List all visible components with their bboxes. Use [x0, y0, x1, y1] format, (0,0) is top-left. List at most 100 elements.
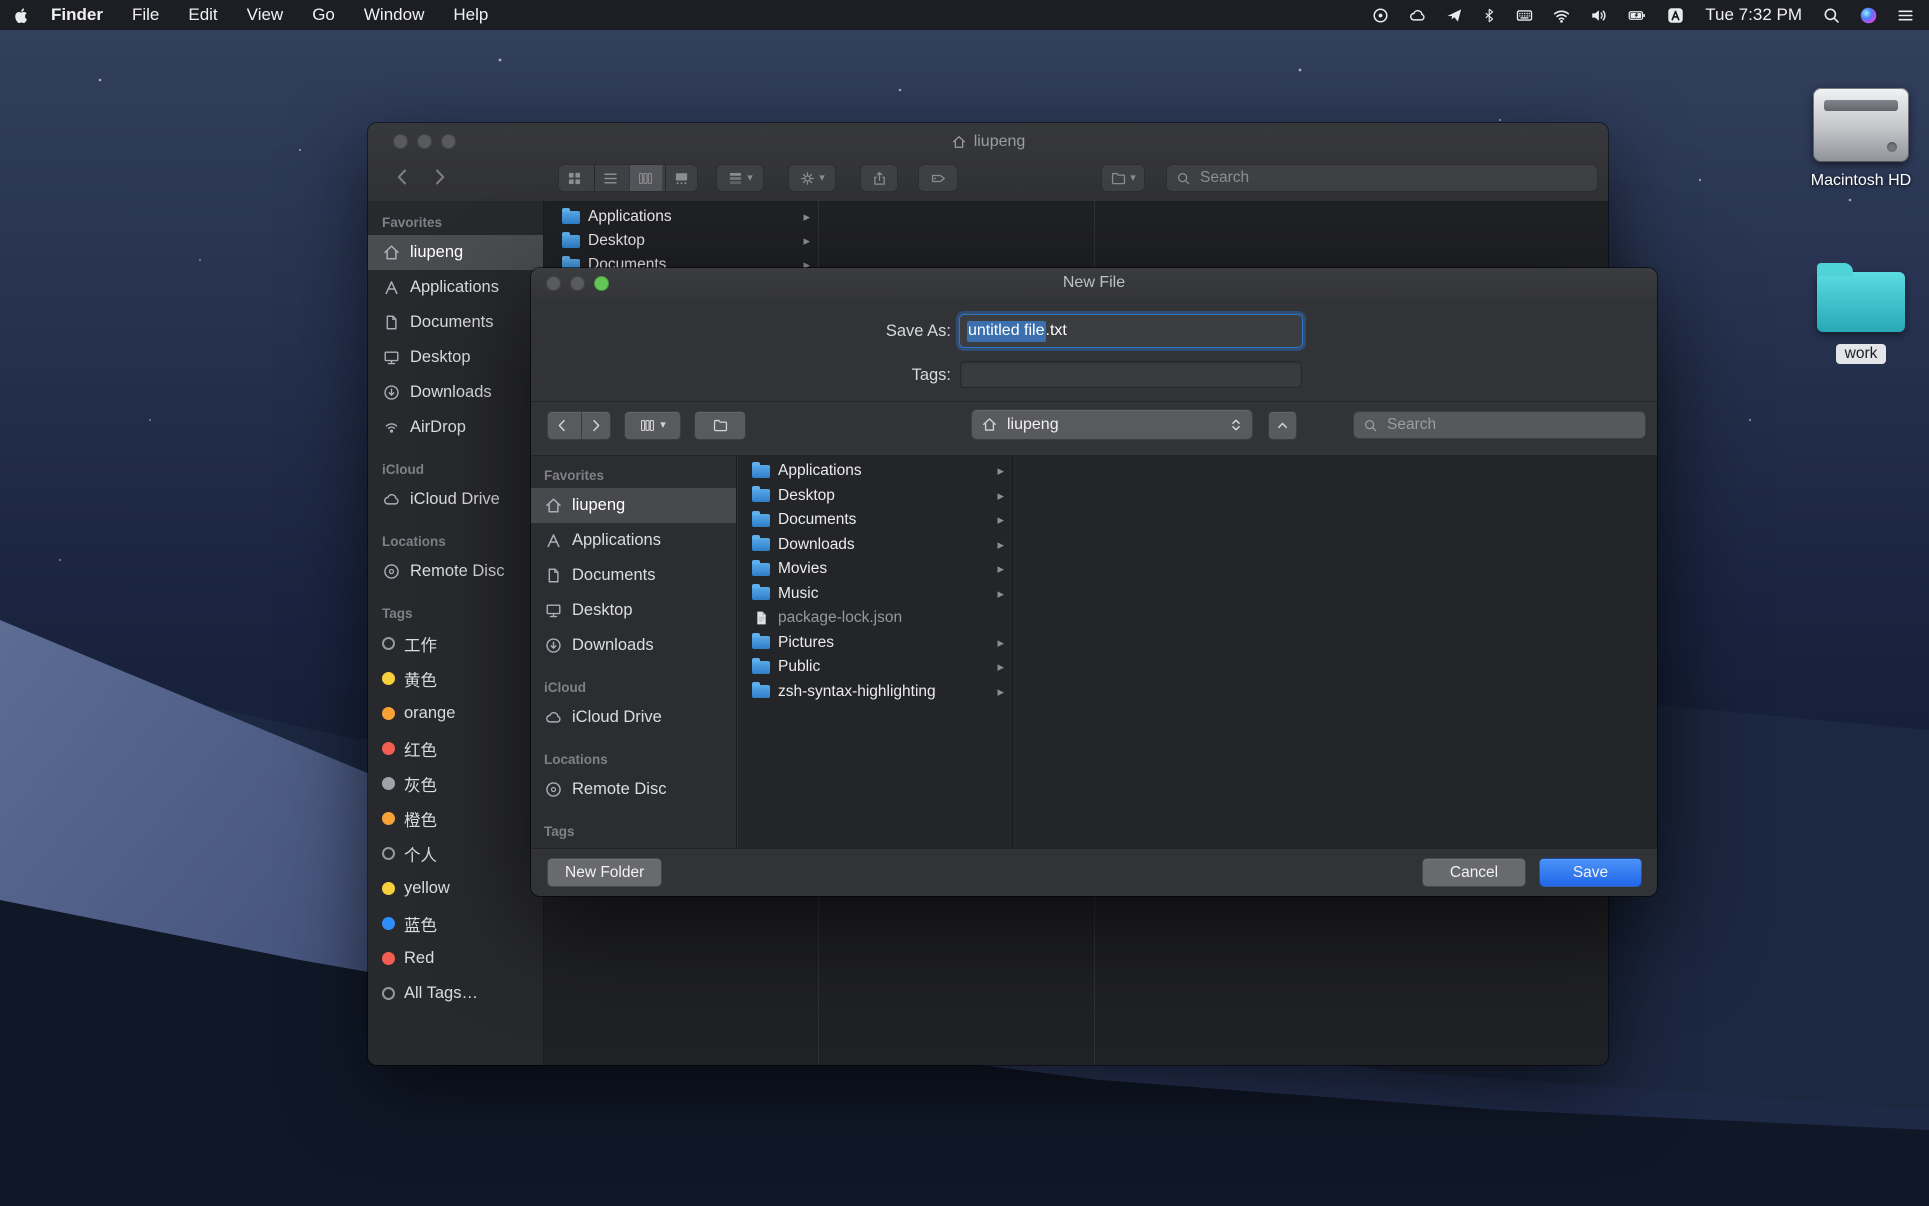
expand-panel-button[interactable]	[1268, 411, 1297, 440]
forward-button[interactable]	[426, 164, 452, 190]
tag-dot	[382, 812, 395, 825]
new-folder-button[interactable]: New Folder	[547, 858, 662, 887]
view-columns-button[interactable]	[629, 165, 662, 191]
view-list-button[interactable]	[594, 165, 627, 191]
minimize-button[interactable]	[570, 276, 585, 291]
zoom-button[interactable]	[594, 276, 609, 291]
sidebar-item-applications[interactable]: Applications	[531, 523, 736, 558]
sidebar-tag[interactable]: yellow	[368, 871, 543, 906]
cloud-icon[interactable]	[1408, 6, 1427, 25]
menu-help[interactable]: Help	[453, 5, 488, 25]
browser-item[interactable]: Pictures▸	[738, 631, 1012, 656]
browser-item-file[interactable]: package-lock.json	[738, 606, 1012, 631]
location-popup[interactable]: liupeng	[971, 409, 1253, 440]
back-button[interactable]	[390, 164, 416, 190]
sidebar-tag-all-tags[interactable]: All Tags…	[368, 976, 543, 1011]
location-label: liupeng	[1007, 416, 1220, 434]
menu-status-area: Tue 7:32 PM	[1371, 5, 1915, 25]
sidebar-item-applications[interactable]: Applications	[368, 270, 543, 305]
desktop-icon-macintosh-hd[interactable]: Macintosh HD	[1786, 88, 1929, 190]
browser-item[interactable]: Public▸	[738, 655, 1012, 680]
browser-item[interactable]: Applications▸	[738, 459, 1012, 484]
browser-item[interactable]: Movies▸	[738, 557, 1012, 582]
sidebar-item-desktop[interactable]: Desktop	[368, 340, 543, 375]
sidebar-tag[interactable]: 红色	[368, 731, 543, 766]
file-row[interactable]: Applications▸	[545, 205, 818, 229]
sidebar-item-desktop[interactable]: Desktop	[531, 593, 736, 628]
group-button[interactable]: ▾	[716, 164, 764, 192]
sidebar-item-remote-disc[interactable]: Remote Disc	[368, 554, 543, 589]
sidebar-item-liupeng[interactable]: liupeng	[368, 235, 543, 270]
folder-icon	[562, 235, 580, 248]
forward-button[interactable]	[581, 412, 611, 439]
folder-icon	[1817, 272, 1905, 332]
save-button[interactable]: Save	[1539, 858, 1642, 887]
input-source-icon[interactable]	[1666, 6, 1685, 25]
tags-input[interactable]	[961, 362, 1301, 387]
bluetooth-icon[interactable]	[1482, 6, 1497, 25]
disclosure-arrow: ▸	[997, 488, 1004, 504]
browser-item[interactable]: Documents▸	[738, 508, 1012, 533]
send-icon[interactable]	[1445, 6, 1464, 25]
siri-icon[interactable]	[1859, 6, 1878, 25]
wifi-icon[interactable]	[1552, 6, 1571, 25]
menu-view[interactable]: View	[247, 5, 284, 25]
sidebar-tag[interactable]: 蓝色	[368, 906, 543, 941]
sidebar-tag[interactable]: 工作	[368, 626, 543, 661]
volume-icon[interactable]	[1589, 6, 1608, 25]
folder-icon	[752, 538, 770, 551]
share-button[interactable]	[860, 164, 898, 192]
status-app-icon[interactable]	[1371, 6, 1390, 25]
menu-file[interactable]: File	[132, 5, 159, 25]
view-mode-button[interactable]: ▾	[624, 411, 681, 440]
sidebar-tag[interactable]: 灰色	[368, 766, 543, 801]
browser-item[interactable]: Music▸	[738, 582, 1012, 607]
browser-item[interactable]: zsh-syntax-highlighting▸	[738, 680, 1012, 705]
disclosure-arrow: ▸	[803, 209, 810, 225]
close-button[interactable]	[546, 276, 561, 291]
spotlight-icon[interactable]	[1822, 6, 1841, 25]
back-button[interactable]	[548, 412, 577, 439]
filename-field[interactable]: untitled file.txt	[960, 315, 1302, 347]
sidebar-item-liupeng[interactable]: liupeng	[531, 488, 736, 523]
sidebar-item-airdrop[interactable]: AirDrop	[368, 410, 543, 445]
cancel-button[interactable]: Cancel	[1422, 858, 1526, 887]
search-input[interactable]	[1198, 168, 1588, 188]
notification-center-icon[interactable]	[1896, 6, 1915, 25]
sidebar-item-icloud-drive[interactable]: iCloud Drive	[531, 700, 736, 735]
action-menu-button[interactable]: ▾	[788, 164, 836, 192]
file-row[interactable]: Desktop▸	[545, 229, 818, 253]
tags-button[interactable]	[918, 164, 958, 192]
view-icons-button[interactable]	[559, 165, 591, 191]
applications-icon	[544, 531, 563, 550]
sidebar-tag[interactable]: Red	[368, 941, 543, 976]
browser-item[interactable]: Downloads▸	[738, 533, 1012, 558]
sidebar-tag[interactable]: 个人	[368, 836, 543, 871]
sidebar-item-remote-disc[interactable]: Remote Disc	[531, 772, 736, 807]
search-input[interactable]	[1385, 415, 1636, 435]
sidebar-tag[interactable]: orange	[368, 696, 543, 731]
desktop-icon-work-folder[interactable]: work	[1786, 272, 1929, 364]
sidebar-tag[interactable]: 橙色	[368, 801, 543, 836]
menu-clock[interactable]: Tue 7:32 PM	[1705, 5, 1802, 25]
browser-item[interactable]: Desktop▸	[738, 484, 1012, 509]
battery-icon[interactable]	[1626, 6, 1648, 25]
menu-go[interactable]: Go	[312, 5, 335, 25]
recent-places-button[interactable]	[694, 411, 746, 440]
menu-window[interactable]: Window	[364, 5, 424, 25]
sidebar-item-documents[interactable]: Documents	[368, 305, 543, 340]
view-gallery-button[interactable]	[665, 165, 698, 191]
sidebar-item-downloads[interactable]: Downloads	[368, 375, 543, 410]
path-popup-button[interactable]: ▾	[1101, 164, 1145, 192]
sidebar-item-documents[interactable]: Documents	[531, 558, 736, 593]
keyboard-icon[interactable]	[1515, 6, 1534, 25]
filename-selected-text: untitled file	[967, 321, 1046, 342]
home-icon	[981, 416, 998, 433]
menu-finder[interactable]: Finder	[51, 5, 103, 25]
apple-menu[interactable]	[14, 6, 29, 25]
sidebar-tag[interactable]: 黄色	[368, 661, 543, 696]
tag-dot	[382, 917, 395, 930]
sidebar-item-icloud-drive[interactable]: iCloud Drive	[368, 482, 543, 517]
sidebar-item-downloads[interactable]: Downloads	[531, 628, 736, 663]
menu-edit[interactable]: Edit	[188, 5, 217, 25]
